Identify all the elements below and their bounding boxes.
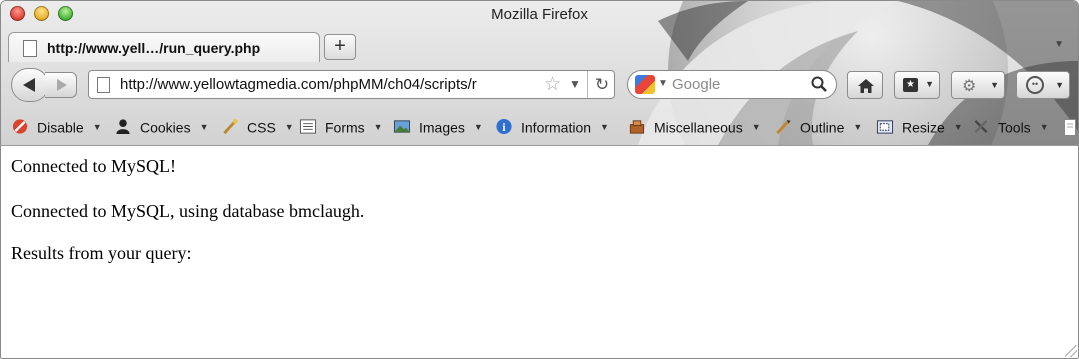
- chevron-down-icon: ▼: [925, 79, 934, 89]
- home-button[interactable]: [847, 71, 883, 99]
- reload-icon[interactable]: ↻: [587, 71, 616, 98]
- svg-text:i: i: [502, 122, 505, 134]
- wd-menu-resize[interactable]: Resize ▼: [876, 118, 963, 138]
- bookmark-star-icon[interactable]: ☆: [544, 73, 561, 96]
- wd-menu-outline[interactable]: Outline ▼: [774, 118, 862, 138]
- search-icon[interactable]: [811, 76, 827, 92]
- miscellaneous-icon: [629, 120, 645, 134]
- cookies-icon: [116, 119, 130, 134]
- css-icon: [223, 118, 238, 134]
- chevron-down-icon: ▼: [1055, 80, 1064, 90]
- wd-menu-images[interactable]: Images ▼: [393, 118, 483, 138]
- browser-window: Mozilla Firefox http://www.yell…/run_que…: [0, 0, 1079, 359]
- status-line-database: Connected to MySQL, using database bmcla…: [11, 201, 365, 221]
- extension-icon: ⚙: [962, 78, 977, 95]
- chevron-down-icon: ▼: [990, 80, 999, 90]
- back-button[interactable]: [11, 68, 49, 102]
- wd-menu-cookies[interactable]: Cookies ▼: [114, 118, 209, 138]
- forward-arrow-icon: [57, 79, 67, 91]
- resize-icon: [876, 120, 894, 134]
- url-text[interactable]: http://www.yellowtagmedia.com/phpMM/ch04…: [120, 76, 536, 93]
- url-bar[interactable]: http://www.yellowtagmedia.com/phpMM/ch04…: [88, 70, 615, 99]
- search-bar[interactable]: ▼ Google: [627, 70, 837, 99]
- status-line-connected: Connected to MySQL!: [11, 156, 176, 176]
- wd-menu-forms[interactable]: Forms ▼: [299, 118, 383, 138]
- outline-icon: [776, 119, 791, 134]
- tab-run-query[interactable]: http://www.yell…/run_query.php: [8, 32, 320, 62]
- page-icon: [97, 77, 110, 93]
- information-icon: i: [496, 118, 512, 134]
- title-bar: Mozilla Firefox: [1, 1, 1078, 29]
- resize-grip-icon[interactable]: [1065, 345, 1077, 357]
- overflow-page-icon[interactable]: [1064, 119, 1076, 136]
- bookmarks-button[interactable]: ★ ▼: [894, 71, 940, 99]
- page-icon: [23, 40, 37, 57]
- wd-menu-css[interactable]: CSS ▼: [221, 118, 294, 138]
- page-content: Connected to MySQL! Connected to MySQL, …: [1, 146, 1078, 358]
- extension-button[interactable]: ⚙ ▼: [951, 71, 1005, 99]
- results-heading: Results from your query:: [11, 243, 192, 263]
- search-input[interactable]: Google: [672, 76, 720, 93]
- monkey-icon: ••: [1026, 76, 1044, 94]
- greasemonkey-button[interactable]: •• ▼: [1016, 71, 1070, 99]
- wd-menu-miscellaneous[interactable]: Miscellaneous ▼: [628, 118, 761, 138]
- images-icon: [393, 120, 411, 133]
- tools-icon: [974, 119, 988, 133]
- navigation-toolbar: http://www.yellowtagmedia.com/phpMM/ch04…: [1, 63, 1078, 105]
- wd-menu-tools[interactable]: Tools ▼: [972, 118, 1049, 138]
- browser-chrome: Mozilla Firefox http://www.yell…/run_que…: [1, 1, 1078, 146]
- home-icon: [858, 79, 874, 93]
- back-arrow-icon: [23, 78, 35, 92]
- google-engine-icon[interactable]: [635, 75, 655, 94]
- list-all-tabs-icon[interactable]: ▼: [1054, 39, 1064, 50]
- url-history-dropdown-icon[interactable]: ▼: [569, 77, 581, 91]
- forms-icon: [299, 119, 317, 134]
- bookmarks-icon: ★: [903, 78, 918, 92]
- tab-bar: http://www.yell…/run_query.php + ▼: [1, 29, 1078, 62]
- wd-menu-disable[interactable]: Disable ▼: [11, 118, 102, 138]
- forward-button[interactable]: [45, 72, 77, 98]
- wd-menu-information[interactable]: i Information ▼: [495, 118, 609, 138]
- tab-label: http://www.yell…/run_query.php: [47, 40, 261, 56]
- new-tab-button[interactable]: +: [324, 34, 356, 60]
- disable-icon: [12, 119, 28, 134]
- web-developer-toolbar: Disable ▼ Cookies ▼ CSS ▼ Forms ▼ Images ▼ iI…: [1, 113, 1078, 143]
- engine-dropdown-icon[interactable]: ▼: [658, 78, 668, 89]
- window-title: Mozilla Firefox: [491, 6, 588, 23]
